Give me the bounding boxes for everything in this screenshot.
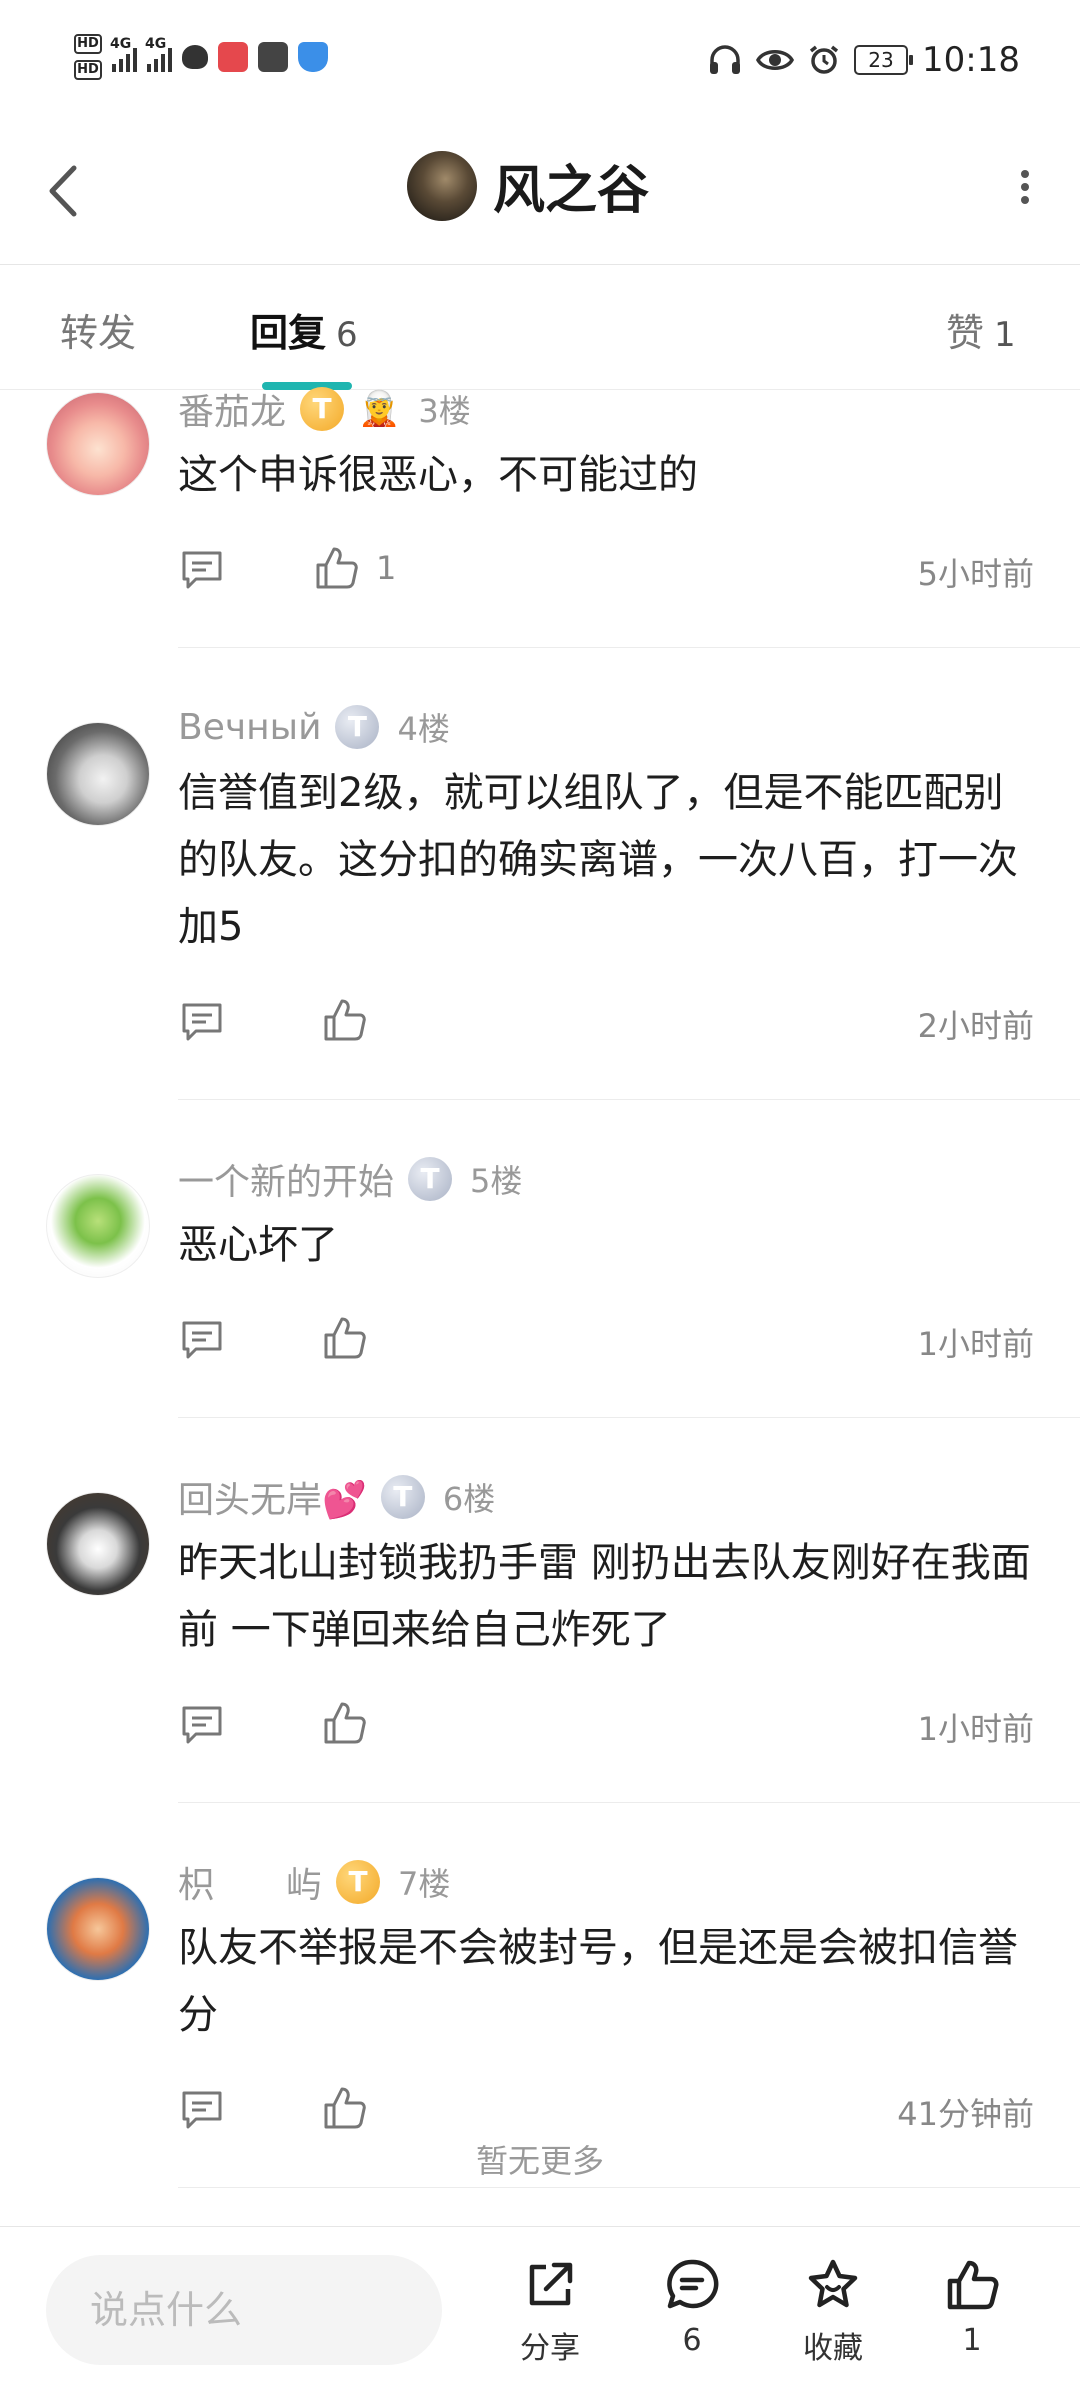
app-notification-icon xyxy=(218,42,248,72)
timestamp: 41分钟前 xyxy=(897,2095,1034,2133)
like-icon xyxy=(947,2260,999,2310)
status-bar: HD HD 4G 4G 23 10:18 xyxy=(0,0,1080,120)
emoji-badge: 🧝 xyxy=(358,389,401,429)
star-icon xyxy=(808,2259,858,2308)
floor-number: 6楼 xyxy=(442,1480,496,1518)
reply-icon[interactable] xyxy=(180,1704,224,1746)
tab-likes[interactable]: 赞1 xyxy=(946,302,1016,357)
floor-number: 7楼 xyxy=(398,1865,451,1903)
username[interactable]: Вечный xyxy=(178,707,321,748)
avatar[interactable] xyxy=(46,1174,150,1278)
level-badge: T xyxy=(380,1475,425,1519)
timestamp: 1小时前 xyxy=(917,1710,1034,1748)
bottom-bar: 说点什么 分享 6 收藏 1 xyxy=(0,2226,1080,2388)
headphones-icon xyxy=(710,45,741,74)
timestamp: 1小时前 xyxy=(917,1325,1034,1363)
like-button[interactable]: 1 xyxy=(922,2257,1022,2358)
comment-actions: 1小时前 xyxy=(178,1690,1034,1760)
header: 风之谷 xyxy=(0,120,1080,265)
more-icon[interactable] xyxy=(1010,165,1040,215)
like-count: 1 xyxy=(376,549,397,587)
comment-text: 信誉值到2级，就可以组队了，但是不能匹配别的队友。这分扣的确实离谱，一次八百，打… xyxy=(178,770,1018,950)
comment-text: 恶心坏了 xyxy=(178,1222,338,1268)
eye-icon xyxy=(756,50,795,70)
shield-icon xyxy=(298,42,328,72)
signal-icon-1: 4G xyxy=(110,36,137,72)
list-item: 一个新的开始 T 5楼 恶心坏了 1小时前 xyxy=(0,1100,1080,1417)
comment-actions: 1小时前 xyxy=(178,1305,1034,1375)
level-badge: T xyxy=(300,387,345,431)
health-icon xyxy=(182,45,208,69)
level-badge: T xyxy=(408,1157,453,1201)
floor-number: 3楼 xyxy=(418,392,471,430)
comment-text: 这个申诉很恶心，不可能过的 xyxy=(178,452,698,498)
like-icon[interactable] xyxy=(322,1700,366,1746)
floor-number: 5楼 xyxy=(470,1162,523,1200)
level-badge: T xyxy=(336,1860,381,1904)
favorite-button[interactable]: 收藏 xyxy=(783,2257,883,2367)
reply-icon[interactable] xyxy=(180,1001,224,1043)
likes-count: 1 xyxy=(994,315,1016,355)
level-badge: T xyxy=(335,705,380,749)
avatar[interactable] xyxy=(46,392,150,496)
header-title-group[interactable]: 风之谷 xyxy=(407,148,649,223)
status-right: 23 10:18 xyxy=(708,40,1020,80)
tab-repost[interactable]: 转发 xyxy=(60,302,136,357)
reply-icon[interactable] xyxy=(180,549,224,591)
share-label: 分享 xyxy=(520,2331,580,2366)
list-item: 番茄龙 T 🧝 3楼 这个申诉很恶心，不可能过的 1 5小时前 xyxy=(0,384,1080,647)
battery-icon: 23 xyxy=(854,45,914,75)
username[interactable]: 番茄龙 xyxy=(178,383,286,435)
comment-button[interactable]: 6 xyxy=(642,2257,742,2358)
comment-input[interactable]: 说点什么 xyxy=(46,2255,442,2365)
timestamp: 5小时前 xyxy=(917,555,1034,593)
avatar[interactable] xyxy=(46,1877,150,1981)
comment-actions: 41分钟前 xyxy=(178,2075,1034,2145)
like-count: 1 xyxy=(962,2323,982,2358)
username[interactable]: 回头无岸💕 xyxy=(178,1471,367,1523)
tab-bar: 转发 回复 6 赞1 xyxy=(0,266,1080,390)
tab-replies[interactable]: 回复 6 xyxy=(250,302,358,357)
share-button[interactable]: 分享 xyxy=(500,2257,600,2367)
favorite-label: 收藏 xyxy=(803,2331,863,2366)
like-icon[interactable] xyxy=(322,997,366,1043)
list-item: Вечный T 4楼 信誉值到2级，就可以组队了，但是不能匹配别的队友。这分扣… xyxy=(0,648,1080,1099)
like-icon[interactable] xyxy=(314,545,358,591)
reply-icon[interactable] xyxy=(180,2089,224,2131)
list-item: 枳 屿 T 7楼 队友不举报是不会被封号，但是还是会被扣信誉分 41分钟前 xyxy=(0,1803,1080,2187)
username[interactable]: 一个新的开始 xyxy=(178,1153,394,1205)
comment-list: 番茄龙 T 🧝 3楼 这个申诉很恶心，不可能过的 1 5小时前 Вечный T… xyxy=(0,387,1080,2188)
status-left: HD HD 4G 4G xyxy=(74,34,328,80)
comment-text: 队友不举报是不会被封号，但是还是会被扣信誉分 xyxy=(178,1925,1018,2038)
avatar[interactable] xyxy=(46,722,150,826)
hd-indicator: HD HD xyxy=(74,34,102,80)
reply-icon[interactable] xyxy=(180,1319,224,1361)
share-icon xyxy=(529,2262,573,2306)
list-item: 回头无岸💕 T 6楼 昨天北山封锁我扔手雷 刚扔出去队友刚好在我面前 一下弹回来… xyxy=(0,1418,1080,1802)
alarm-icon xyxy=(809,45,839,74)
comment-actions: 2小时前 xyxy=(178,987,1034,1057)
like-icon[interactable] xyxy=(322,1315,366,1361)
divider xyxy=(178,2187,1080,2188)
floor-number: 4楼 xyxy=(397,710,450,748)
comment-actions: 1 5小时前 xyxy=(178,535,1034,605)
clock: 10:18 xyxy=(922,40,1020,80)
like-icon[interactable] xyxy=(322,2085,366,2131)
avatar[interactable] xyxy=(407,150,477,221)
back-icon[interactable] xyxy=(40,156,90,226)
replies-count: 6 xyxy=(336,315,358,355)
comment-count: 6 xyxy=(682,2323,702,2358)
avatar[interactable] xyxy=(46,1492,150,1596)
no-more-text: 暂无更多 xyxy=(475,2142,604,2180)
comment-text: 昨天北山封锁我扔手雷 刚扔出去队友刚好在我面前 一下弹回来给自己炸死了 xyxy=(178,1540,1031,1653)
username[interactable]: 枳 屿 xyxy=(178,1856,322,1908)
comment-icon xyxy=(667,2259,719,2309)
signal-icon-2: 4G xyxy=(145,36,172,72)
page-title: 风之谷 xyxy=(493,161,650,221)
timestamp: 2小时前 xyxy=(917,1007,1034,1045)
hms-icon xyxy=(258,42,288,72)
